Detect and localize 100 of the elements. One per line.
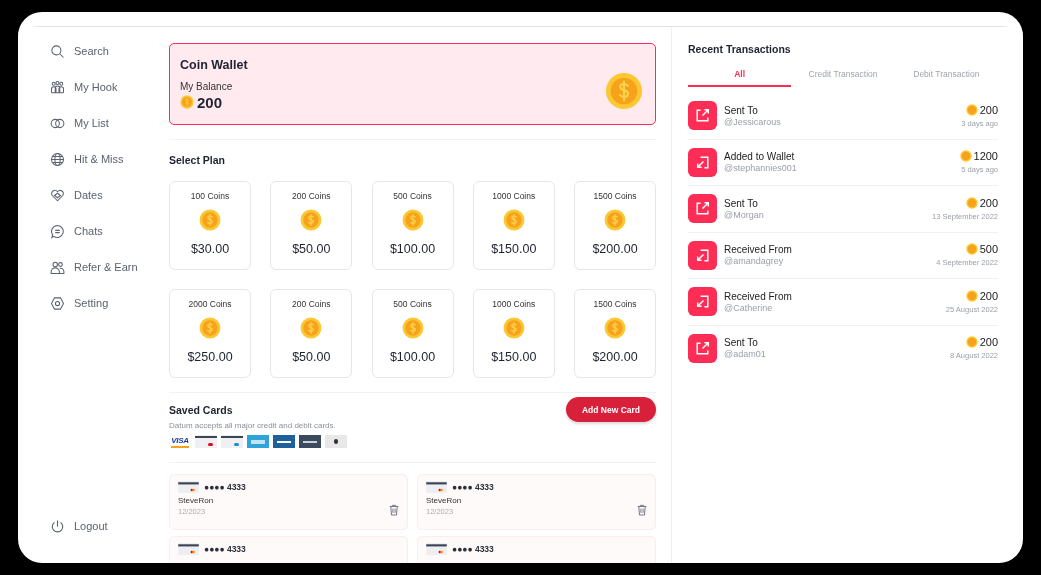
heart-icon — [50, 187, 65, 203]
card-holder: SteveRon — [178, 496, 214, 505]
card-brand-logo — [221, 435, 243, 448]
transaction-amount: 500 — [979, 243, 998, 256]
coin-icon — [965, 243, 978, 256]
transaction-title: Received From — [724, 244, 793, 256]
plan-card[interactable]: 500 Coins $100.00 — [371, 181, 454, 270]
plan-card[interactable]: 200 Coins $50.00 — [270, 181, 353, 270]
coin-icon — [401, 317, 424, 339]
transaction-title: Sent To — [724, 104, 759, 116]
plan-price: $50.00 — [292, 350, 331, 364]
plan-coins: 1000 Coins — [492, 299, 536, 309]
plan-coins: 200 Coins — [292, 299, 331, 309]
transaction-user: @stephannies001 — [724, 163, 798, 174]
card-holder: SteveRon — [426, 496, 462, 505]
plan-coins: 1500 Coins — [593, 191, 637, 201]
transaction-title: Sent To — [724, 337, 759, 349]
plan-card[interactable]: 2000 Coins $250.00 — [169, 289, 251, 378]
section-title: Select Plan — [169, 154, 227, 166]
plan-card[interactable]: 500 Coins $100.00 — [371, 289, 454, 378]
saved-cards-note: Datum accepts all major credit and debit cards. — [169, 421, 337, 430]
saved-card[interactable]: ●●●● 4333 — [417, 536, 656, 563]
coin-icon — [401, 209, 424, 231]
sidebar-item[interactable]: Setting — [50, 292, 160, 314]
section-title: Saved Cards — [169, 404, 234, 416]
people-icon — [50, 79, 65, 95]
section-title: Recent Transactions — [688, 43, 792, 55]
card-number: ●●●● 4333 — [452, 482, 494, 492]
card-brand-logo — [299, 435, 321, 448]
coin-icon — [300, 317, 323, 339]
plan-coins: 1500 Coins — [593, 299, 637, 309]
card-brand-logo — [195, 435, 217, 448]
plan-price: $200.00 — [592, 242, 638, 256]
plan-coins: 1000 Coins — [492, 191, 536, 201]
coin-icon — [180, 95, 194, 109]
sidebar-item[interactable]: Chats — [50, 220, 160, 242]
plan-card[interactable]: 1000 Coins $150.00 — [472, 181, 555, 270]
plan-coins: 2000 Coins — [188, 299, 232, 309]
plan-coins: 500 Coins — [393, 191, 432, 201]
transaction-amount: 200 — [979, 336, 998, 349]
transaction-user: @Morgan — [724, 209, 765, 220]
coin-icon — [965, 103, 978, 116]
card-brand-logo — [273, 435, 295, 448]
globe-icon — [50, 151, 65, 167]
card-number: ●●●● 4333 — [452, 544, 494, 554]
plan-card[interactable]: 1500 Coins $200.00 — [574, 181, 656, 270]
credit-card-icon — [178, 543, 199, 555]
chat-icon — [50, 223, 65, 239]
balance-label: My Balance — [180, 80, 234, 92]
plan-price: $100.00 — [389, 242, 436, 256]
plan-card[interactable]: 200 Coins $50.00 — [270, 289, 353, 378]
tab[interactable]: All — [688, 69, 792, 87]
search-icon — [50, 43, 65, 59]
card-brand-logo — [247, 435, 269, 448]
sidebar-item[interactable]: My List — [50, 112, 160, 134]
coin-icon — [604, 317, 626, 339]
sidebar-item[interactable]: Dates — [50, 184, 160, 206]
card-brand-logo — [325, 435, 347, 448]
coin-icon — [502, 317, 525, 339]
transaction-amount: 1200 — [973, 150, 998, 163]
sidebar-item[interactable]: Search — [50, 40, 160, 62]
transaction-user: @adam01 — [724, 349, 767, 360]
transaction-title: Received From — [724, 290, 793, 302]
plan-coins: 100 Coins — [190, 191, 230, 201]
power-icon — [50, 518, 65, 534]
card-number: ●●●● 4333 — [204, 544, 246, 554]
trash-icon[interactable] — [637, 504, 647, 516]
transaction-title: Added to Wallet — [724, 151, 796, 163]
plan-price: $50.00 — [292, 242, 331, 256]
coin-icon — [965, 289, 978, 302]
users-icon — [50, 259, 65, 275]
logout-button[interactable]: Logout — [50, 515, 160, 537]
plan-card[interactable]: 1000 Coins $150.00 — [472, 289, 555, 378]
transaction-user: @Catherine — [724, 302, 774, 313]
coin-icon — [604, 209, 626, 231]
transaction-amount: 200 — [979, 289, 998, 302]
saved-card[interactable]: ●●●● 4333 — [169, 536, 408, 563]
coin-icon — [965, 336, 978, 349]
plan-coins: 500 Coins — [393, 299, 432, 309]
plan-card[interactable]: 100 Coins $30.00 — [169, 181, 251, 270]
transaction-amount: 200 — [979, 103, 998, 116]
transaction-amount: 200 — [979, 196, 998, 209]
coin-icon — [300, 209, 323, 231]
coin-icon — [502, 209, 525, 231]
credit-card-icon — [426, 481, 447, 493]
plan-price: $150.00 — [491, 242, 537, 256]
coin-icon — [965, 196, 978, 209]
plan-price: $200.00 — [592, 350, 638, 364]
card-brand-logo: VISA — [169, 435, 191, 448]
balance-amount: 200 — [197, 93, 223, 111]
sidebar-item[interactable]: Hit & Miss — [50, 148, 160, 170]
sidebar-item[interactable]: My Hook — [50, 76, 160, 98]
coin-icon — [959, 150, 972, 163]
plan-card[interactable]: 1500 Coins $200.00 — [574, 289, 656, 378]
settings-icon — [50, 295, 65, 311]
trash-icon[interactable] — [389, 504, 399, 516]
plan-coins: 200 Coins — [292, 191, 331, 201]
card-number: ●●●● 4333 — [204, 482, 246, 492]
sidebar-item[interactable]: Refer & Earn — [50, 256, 160, 278]
add-card-button[interactable]: Add New Card — [565, 397, 656, 422]
